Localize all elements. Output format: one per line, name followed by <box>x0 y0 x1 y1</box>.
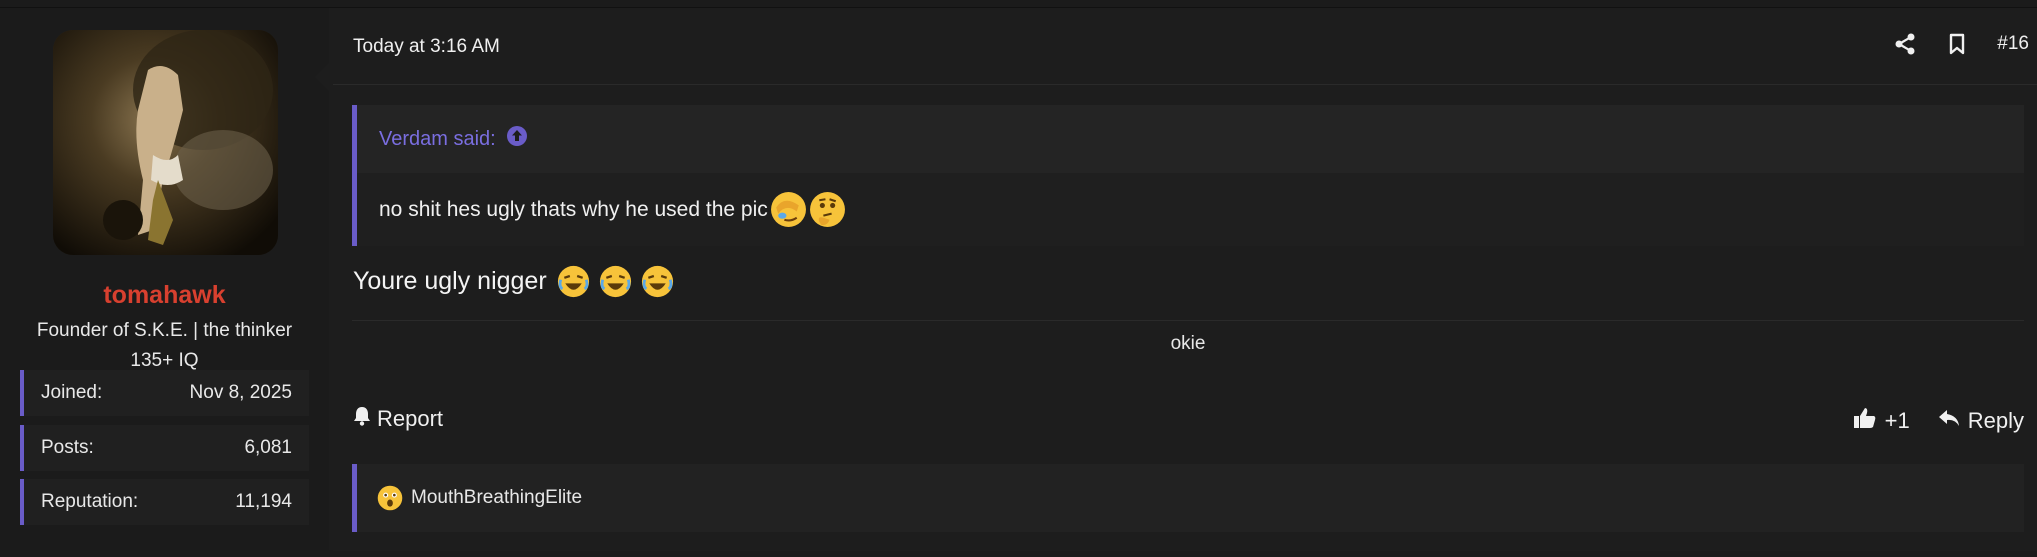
sidebar-pointer <box>315 63 329 91</box>
like-count: +1 <box>1884 408 1910 433</box>
bell-icon <box>353 406 371 432</box>
user-sidebar: tomahawk Founder of S.K.E. | the thinker… <box>0 8 329 551</box>
username[interactable]: tomahawk <box>0 281 329 310</box>
report-button[interactable]: Report <box>353 406 443 432</box>
crying-laughing-emoji <box>599 265 632 298</box>
quote-header[interactable]: Verdam said: <box>357 105 2024 173</box>
post-body-text: Youre ugly nigger <box>353 267 547 295</box>
user-title: Founder of S.K.E. | the thinker 135+ IQ <box>36 320 293 371</box>
stat-posts: Posts: 6,081 <box>20 425 309 471</box>
post-main: Today at 3:16 AM #16 Verdam said: no shi… <box>333 8 2037 551</box>
signature: okie <box>352 320 2024 355</box>
stat-value: 6,081 <box>244 437 292 458</box>
post-timestamp[interactable]: Today at 3:16 AM <box>353 36 500 58</box>
footer-right-actions: +1 Reply <box>1853 406 2024 436</box>
stat-label: Reputation: <box>41 491 139 512</box>
stat-value: Nov 8, 2025 <box>189 382 292 403</box>
emoji-group <box>555 265 674 298</box>
like-button[interactable]: +1 <box>1853 406 1910 436</box>
bookmark-icon[interactable] <box>1945 32 1969 56</box>
quote-body: no shit hes ugly thats why he used the p… <box>357 173 2024 246</box>
post-header: Today at 3:16 AM #16 <box>333 8 2037 85</box>
post-container: tomahawk Founder of S.K.E. | the thinker… <box>0 7 2037 551</box>
quote-block: Verdam said: no shit hes ugly thats why … <box>352 105 2024 246</box>
stat-label: Joined: <box>41 382 103 403</box>
reply-arrow-icon <box>1938 408 1960 434</box>
header-actions: #16 <box>1893 32 2029 56</box>
post-footer: Report +1 Reply <box>353 406 2037 446</box>
reply-button[interactable]: Reply <box>1938 408 2024 434</box>
stat-value: 11,194 <box>235 491 292 512</box>
crying-laughing-emoji <box>557 265 590 298</box>
stat-joined: Joined: Nov 8, 2025 <box>20 370 309 416</box>
reaction-user[interactable]: MouthBreathingElite <box>411 487 582 509</box>
facepalm-emoji <box>770 191 807 228</box>
signature-text: okie <box>1170 333 1206 354</box>
astonished-emoji <box>377 485 403 511</box>
thinking-emoji <box>809 191 846 228</box>
stat-label: Posts: <box>41 437 94 458</box>
post-body: Youre ugly nigger <box>353 265 674 298</box>
stat-reputation: Reputation: 11,194 <box>20 479 309 525</box>
reply-label: Reply <box>1967 408 2024 433</box>
report-label: Report <box>377 406 444 431</box>
arrow-up-circle-icon[interactable] <box>506 125 528 153</box>
share-icon[interactable] <box>1893 32 1917 56</box>
quote-author[interactable]: Verdam said: <box>379 128 496 151</box>
thumbs-up-icon <box>1853 406 1877 436</box>
crying-laughing-emoji <box>641 265 674 298</box>
avatar-image <box>53 30 278 255</box>
quote-text: no shit hes ugly thats why he used the p… <box>379 197 768 221</box>
post-number[interactable]: #16 <box>1997 33 2029 55</box>
reactions-bar[interactable]: MouthBreathingElite <box>352 464 2024 532</box>
avatar[interactable] <box>53 30 278 255</box>
